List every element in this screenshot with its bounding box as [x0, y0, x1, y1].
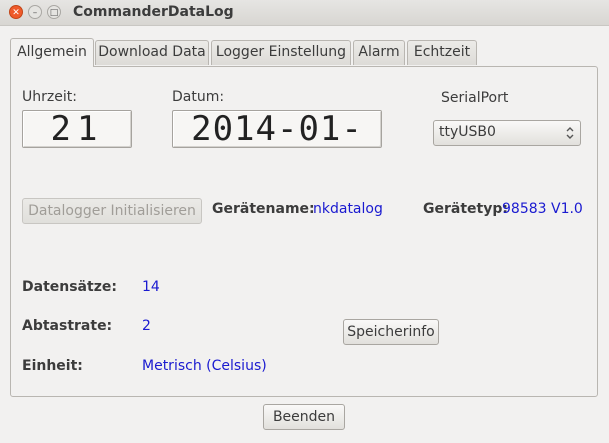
- tab-download-data[interactable]: Download Data: [95, 40, 209, 65]
- time-label: Uhrzeit:: [22, 89, 77, 105]
- time-lcd-display: 21 19: [22, 110, 132, 148]
- sample-rate-value: 2: [142, 318, 151, 334]
- device-type-value: 98583 V1.0: [502, 201, 583, 217]
- maximize-window-button[interactable]: □: [47, 5, 61, 19]
- sample-rate-label: Abtastrate:: [22, 318, 113, 334]
- minimize-window-button[interactable]: –: [28, 5, 42, 19]
- tab-allgemein[interactable]: Allgemein: [10, 38, 94, 67]
- device-name-label: Gerätename:: [212, 201, 315, 217]
- tab-logger-einstellung[interactable]: Logger Einstellung: [211, 40, 351, 65]
- close-window-button[interactable]: ✕: [9, 5, 23, 19]
- updown-arrows-icon: [566, 124, 574, 142]
- unit-label: Einheit:: [22, 358, 83, 374]
- records-label: Datensätze:: [22, 279, 117, 295]
- memory-info-button[interactable]: Speicherinfo: [343, 319, 439, 345]
- init-datalogger-button[interactable]: Datalogger Initialisieren: [22, 198, 202, 224]
- serialport-value: ttyUSB0: [439, 124, 496, 140]
- device-name-value: nkdatalog: [313, 201, 383, 217]
- date-label: Datum:: [172, 89, 225, 105]
- date-lcd-display: 2014-01-21: [172, 110, 382, 148]
- serialport-label: SerialPort: [441, 90, 509, 106]
- serialport-select[interactable]: ttyUSB0: [433, 120, 581, 146]
- title-bar: ✕ – □ CommanderDataLog: [0, 0, 609, 26]
- quit-button[interactable]: Beenden: [263, 404, 345, 430]
- window-title: CommanderDataLog: [73, 4, 234, 20]
- device-type-label: Gerätetyp:: [423, 201, 508, 217]
- tab-alarm[interactable]: Alarm: [353, 40, 405, 65]
- unit-value: Metrisch (Celsius): [142, 358, 267, 374]
- records-value: 14: [142, 279, 160, 295]
- tab-echtzeit[interactable]: Echtzeit: [407, 40, 477, 65]
